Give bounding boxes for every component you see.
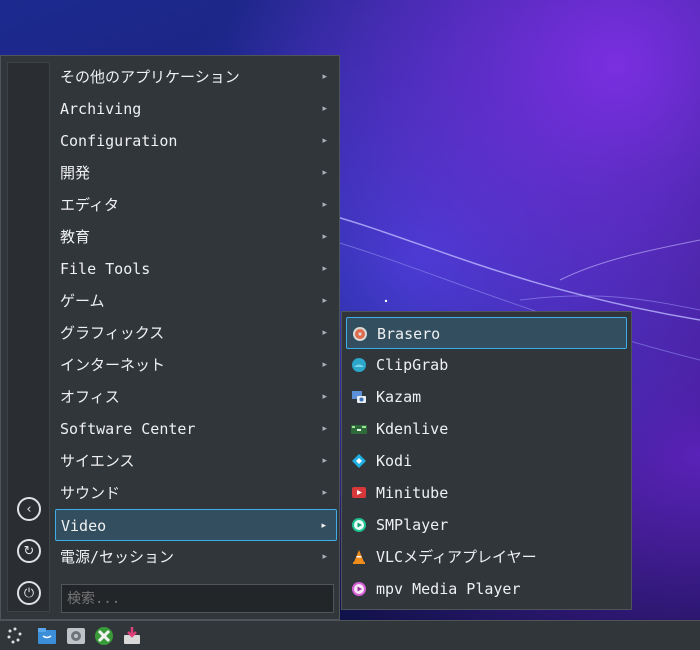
app-menu-icon[interactable] [5,626,25,646]
power-button[interactable]: ⏻ [17,581,41,605]
menu-item-editors[interactable]: エディタ ▸ [55,189,337,221]
mpv-icon [352,582,366,596]
brasero-icon [353,327,367,341]
submenu-item-label: Minitube [376,484,449,502]
submenu-item-kodi[interactable]: Kodi [346,445,627,477]
menu-item-power-session[interactable]: 電源/セッション ▸ [55,541,337,573]
menu-item-development[interactable]: 開発 ▸ [55,157,337,189]
chevron-right-icon: ▸ [322,488,327,498]
clipgrab-icon [352,358,366,372]
chevron-right-icon: ▸ [322,424,327,434]
chevron-right-icon: ▸ [322,552,327,562]
submenu-item-clipgrab[interactable]: ClipGrab [346,349,627,381]
search-input[interactable] [61,584,334,613]
refresh-icon: ↻ [23,543,35,559]
menu-item-label: ゲーム [60,292,105,310]
menu-item-label: オフィス [60,388,120,406]
application-menu: ‹ ↻ ⏻ その他のアプリケーション ▸ Archiving ▸ Configura… [0,55,340,620]
submenu-item-label: ClipGrab [376,356,449,374]
menu-item-label: Video [61,517,107,535]
menu-item-education[interactable]: 教育 ▸ [55,221,337,253]
chevron-right-icon: ▸ [322,264,327,274]
menu-category-list: その他のアプリケーション ▸ Archiving ▸ Configuration ▸ … [55,61,337,573]
minitube-icon [352,487,366,498]
menu-item-office[interactable]: オフィス ▸ [55,381,337,413]
submenu-item-brasero[interactable]: Brasero [346,317,627,349]
menu-item-games[interactable]: ゲーム ▸ [55,285,337,317]
chevron-right-icon: ▸ [322,360,327,370]
submenu-item-smplayer[interactable]: SMPlayer [346,509,627,541]
chevron-right-icon: ▸ [321,521,326,531]
menu-item-label: エディタ [60,196,119,214]
menu-item-sound[interactable]: サウンド ▸ [55,477,337,509]
submenu-item-kdenlive[interactable]: Kdenlive [346,413,627,445]
menu-item-label: その他のアプリケーション [60,68,240,86]
file-manager-icon[interactable] [37,626,57,646]
chevron-right-icon: ▸ [322,200,327,210]
kdenlive-icon [351,425,367,434]
menu-item-label: サウンド [60,484,121,502]
submenu-item-mpv[interactable]: mpv Media Player [346,573,627,605]
menu-item-software-center[interactable]: Software Center ▸ [55,413,337,445]
menu-item-label: 教育 [60,228,91,246]
menu-item-label: 開発 [60,164,91,182]
menu-item-label: 電源/セッション [60,548,175,566]
xarchiver-icon[interactable] [94,626,114,646]
chevron-right-icon: ▸ [322,168,327,178]
submenu-item-label: SMPlayer [376,516,449,534]
chevron-right-icon: ▸ [322,392,327,402]
submenu-item-label: mpv Media Player [376,580,521,598]
refresh-button[interactable]: ↻ [17,539,41,563]
submenu-item-label: VLCメディアプレイヤー [376,548,537,566]
menu-item-video[interactable]: Video ▸ [55,509,337,541]
menu-item-label: Archiving [60,100,142,118]
menu-item-graphics[interactable]: グラフィックス ▸ [55,317,337,349]
menu-side-strip: ‹ ↻ ⏻ [7,62,50,612]
download-icon[interactable] [122,626,142,646]
menu-item-other-apps[interactable]: その他のアプリケーション ▸ [55,61,337,93]
menu-item-label: グラフィックス [60,324,165,342]
menu-item-archiving[interactable]: Archiving ▸ [55,93,337,125]
power-icon: ⏻ [23,585,35,601]
kazam-icon [352,391,366,403]
settings-icon[interactable] [66,626,86,646]
chevron-right-icon: ▸ [322,456,327,466]
menu-item-label: Configuration [60,132,178,150]
chevron-right-icon: ▸ [322,136,327,146]
menu-item-label: Software Center [60,420,196,438]
kodi-icon [352,454,366,468]
submenu-item-label: Brasero [377,325,441,343]
submenu-item-minitube[interactable]: Minitube [346,477,627,509]
chevron-right-icon: ▸ [322,296,327,306]
menu-item-label: インターネット [60,356,166,374]
menu-item-internet[interactable]: インターネット ▸ [55,349,337,381]
back-button[interactable]: ‹ [17,497,41,521]
smplayer-icon [352,518,366,532]
submenu-item-label: Kdenlive [376,420,449,438]
menu-item-label: サイエンス [60,452,135,470]
chevron-right-icon: ▸ [322,232,327,242]
menu-item-file-tools[interactable]: File Tools ▸ [55,253,337,285]
back-icon: ‹ [26,501,32,517]
submenu-item-vlc[interactable]: VLCメディアプレイヤー [346,541,627,573]
menu-item-configuration[interactable]: Configuration ▸ [55,125,337,157]
submenu-item-label: Kodi [376,452,413,470]
chevron-right-icon: ▸ [322,328,327,338]
taskbar [0,620,700,650]
video-submenu: Brasero ClipGrab Kazam Kdenlive Kodi Min… [341,311,632,610]
chevron-right-icon: ▸ [322,104,327,114]
menu-item-label: File Tools [60,260,151,278]
submenu-item-kazam[interactable]: Kazam [346,381,627,413]
vlc-icon [353,550,365,564]
submenu-item-label: Kazam [376,388,422,406]
video-app-list: Brasero ClipGrab Kazam Kdenlive Kodi Min… [346,317,627,605]
chevron-right-icon: ▸ [322,72,327,82]
menu-item-science[interactable]: サイエンス ▸ [55,445,337,477]
